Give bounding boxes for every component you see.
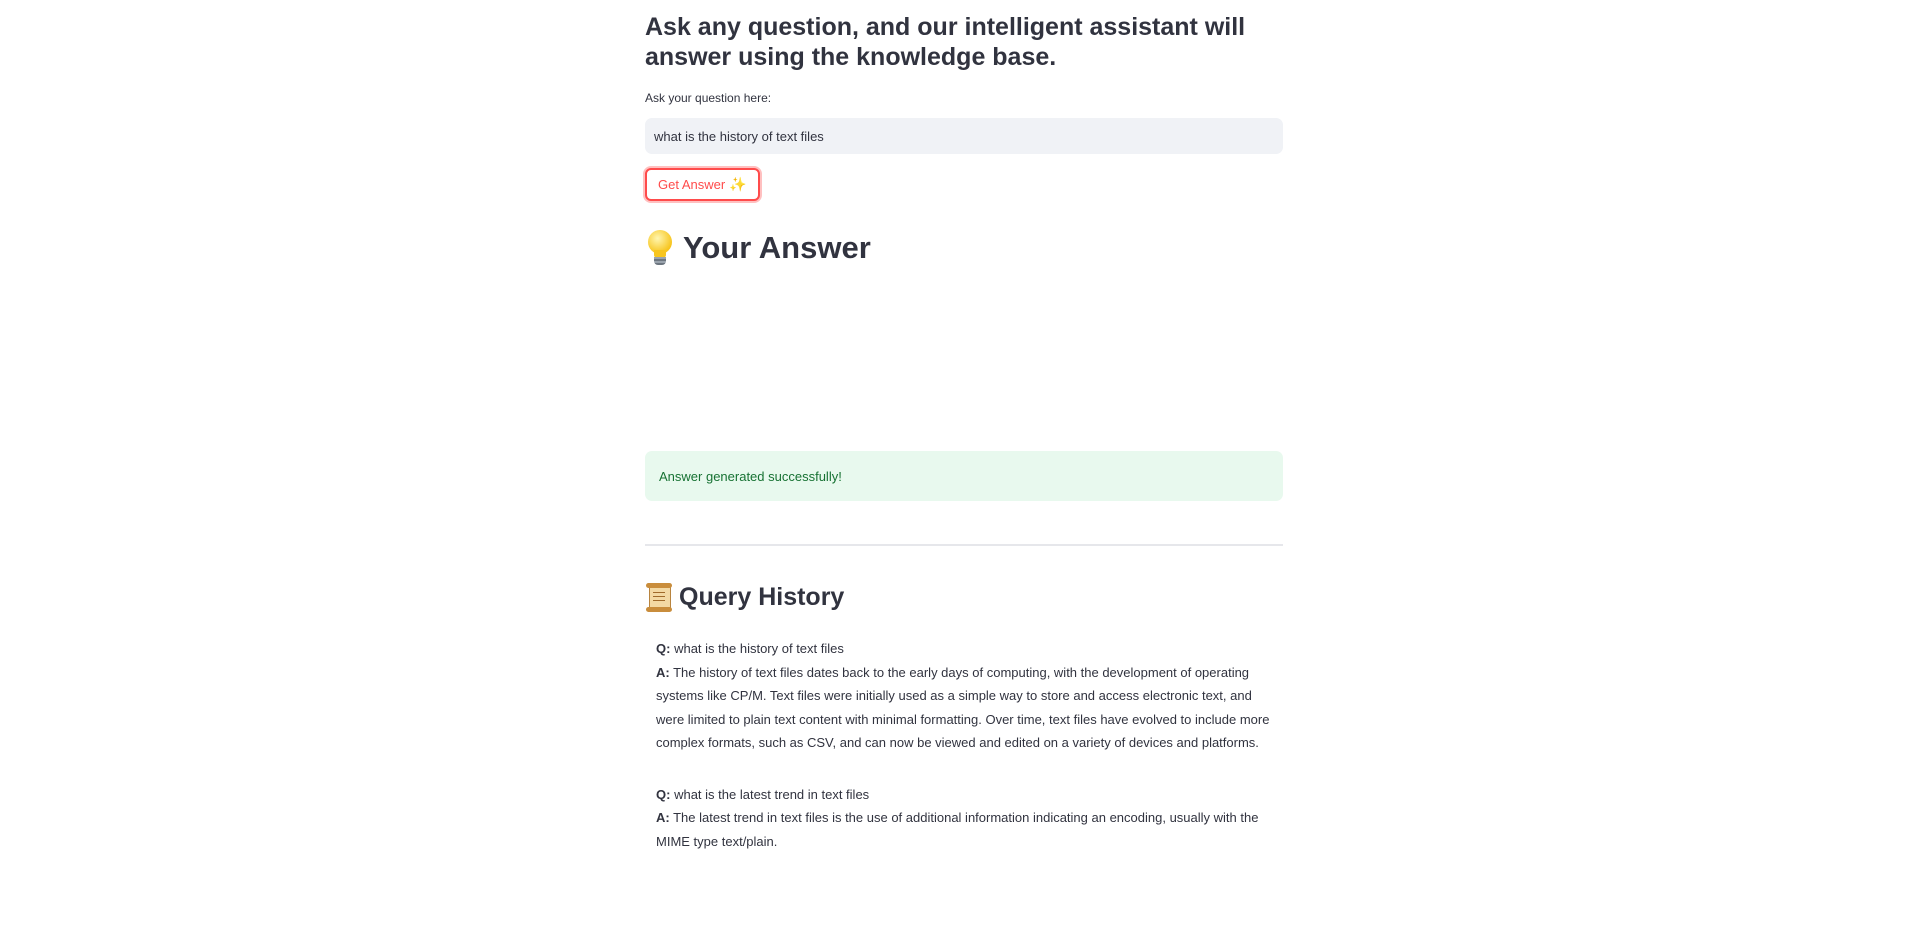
answer-text: The latest trend in text files is the us… bbox=[656, 810, 1259, 849]
question-prefix: Q: bbox=[656, 786, 671, 802]
history-question: Q: what is the latest trend in text file… bbox=[656, 783, 1276, 807]
history-answer: A: The latest trend in text files is the… bbox=[656, 806, 1276, 853]
get-answer-label: Get Answer bbox=[658, 177, 726, 192]
sparkles-icon: ✨ bbox=[729, 176, 747, 192]
history-item: Q: what is the latest trend in text file… bbox=[656, 783, 1276, 854]
query-history-title: Query History bbox=[645, 580, 844, 614]
question-input[interactable] bbox=[645, 118, 1283, 154]
history-answer: A: The history of text files dates back … bbox=[656, 661, 1276, 755]
light-bulb-icon bbox=[645, 228, 675, 268]
question-input-label: Ask your question here: bbox=[645, 91, 772, 105]
history-item: Q: what is the history of text files A: … bbox=[656, 637, 1276, 755]
answer-title-text: Your Answer bbox=[683, 230, 871, 265]
scroll-icon bbox=[645, 582, 673, 612]
divider bbox=[645, 544, 1283, 546]
history-question: Q: what is the history of text files bbox=[656, 637, 1276, 661]
question-text: what is the history of text files bbox=[674, 641, 844, 656]
answer-prefix: A: bbox=[656, 810, 670, 825]
success-message: Answer generated successfully! bbox=[659, 468, 842, 484]
get-answer-button[interactable]: Get Answer ✨ bbox=[645, 168, 760, 201]
question-prefix: Q: bbox=[656, 641, 671, 656]
question-text: what is the latest trend in text files bbox=[674, 786, 870, 802]
success-alert: Answer generated successfully! bbox=[645, 451, 1283, 501]
history-title-text: Query History bbox=[679, 583, 845, 611]
answer-section-title: Your Answer bbox=[645, 228, 871, 268]
answer-prefix: A: bbox=[656, 664, 670, 680]
answer-text: The history of text files dates back to … bbox=[656, 664, 1270, 751]
page-subtitle: Ask any question, and our intelligent as… bbox=[645, 13, 1246, 71]
history-list: Q: what is the history of text files A: … bbox=[656, 637, 1276, 881]
